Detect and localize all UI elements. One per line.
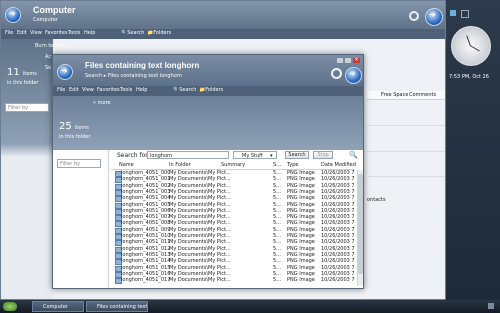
menu-file[interactable]: File xyxy=(5,30,13,36)
search-button[interactable]: Search xyxy=(285,151,309,159)
row-type: PNG Image xyxy=(287,277,315,284)
filter-pane: Filter by xyxy=(53,150,109,288)
toolbar-search-label: Search xyxy=(127,30,145,36)
filter-input[interactable]: Filter by xyxy=(5,103,49,112)
taskbar-computer[interactable]: Computer xyxy=(32,301,84,312)
scope-value: My Stuff xyxy=(242,153,263,159)
toolbar-search-button[interactable]: 🔍Search xyxy=(173,87,196,93)
computer-task-pane: Burn to disc Ac Se 11 items in this fold… xyxy=(1,39,65,299)
column-date-modified[interactable]: Date Modified xyxy=(321,162,356,168)
column-summary[interactable]: Summary xyxy=(221,162,245,168)
menu-help[interactable]: Help xyxy=(84,30,95,36)
item-count: 25 items xyxy=(59,121,89,132)
search-results-pane: Search for: longhorn My Stuff ▾ Search S… xyxy=(109,150,363,288)
menu-view[interactable]: View xyxy=(30,30,42,36)
back-icon[interactable] xyxy=(5,7,21,23)
divider xyxy=(367,176,445,177)
row-name: longhorn_4051_017 xyxy=(121,277,171,284)
item-count-sub: in this folder xyxy=(7,80,39,86)
column-type[interactable]: Type xyxy=(287,162,298,168)
computer-menubar: File Edit View Favorites Tools Help 🔍Sea… xyxy=(1,29,445,39)
toolbar-folders-label: Folders xyxy=(153,30,172,36)
search-titlebar: Files containing text longhorn Search ▸ … xyxy=(53,55,363,86)
computer-title: Computer xyxy=(33,5,76,15)
close-button[interactable]: ✕ xyxy=(353,58,360,63)
item-count: 11 items xyxy=(7,67,37,78)
sidebar-settings-icon[interactable] xyxy=(461,10,469,18)
toolbar-folders-button[interactable]: 📁Folders xyxy=(199,87,223,93)
column-name[interactable]: Name xyxy=(119,162,134,168)
scrollbar-thumb[interactable] xyxy=(358,174,363,274)
breadcrumb-search[interactable]: Search xyxy=(85,73,102,79)
column-comments[interactable]: Comments xyxy=(409,92,436,98)
sidebar-time: 7:53 PM, Oct 26 xyxy=(449,74,489,80)
tray-icon[interactable] xyxy=(488,303,494,309)
table-row[interactable]: longhorn_4051_017 My Documents\My Pict...… xyxy=(111,277,355,285)
filter-input[interactable]: Filter by xyxy=(57,159,101,168)
menu-favorites[interactable]: Favorites xyxy=(45,30,68,36)
stop-button[interactable]: Stop xyxy=(313,151,333,159)
taskbar: Computer Files containing text... xyxy=(0,300,500,313)
search-for-label: Search for: xyxy=(117,152,150,159)
menu-help[interactable]: Help xyxy=(136,87,147,93)
menu-edit[interactable]: Edit xyxy=(69,87,79,93)
favorites-star-icon[interactable] xyxy=(345,67,362,84)
row-folder: My Documents\My Pict... xyxy=(169,277,231,284)
toolbar-search-button[interactable]: 🔍Search xyxy=(121,30,144,36)
search-magnifier-icon[interactable] xyxy=(409,11,419,21)
results-column-headers: Name In Folder Summary S... Type Date Mo… xyxy=(111,162,356,170)
item-count-sub: in this folder xyxy=(59,134,91,140)
sidebar-app-icon[interactable] xyxy=(450,10,456,16)
computer-column-headers: Free Space Comments xyxy=(367,91,445,100)
clock-icon xyxy=(451,26,491,66)
scope-select[interactable]: My Stuff ▾ xyxy=(233,151,277,159)
search-breadcrumb: Search ▸ Files containing text longhorn xyxy=(85,73,182,79)
menu-tools[interactable]: Tools xyxy=(120,87,132,93)
search-input[interactable]: longhorn xyxy=(147,151,229,159)
divider xyxy=(367,125,445,126)
chevron-down-icon: ▾ xyxy=(270,153,273,159)
breadcrumb-files[interactable]: Files containing text longhorn xyxy=(108,73,182,79)
taskbar-files-containing[interactable]: Files containing text... xyxy=(86,301,148,312)
back-icon[interactable] xyxy=(57,64,73,80)
search-options-icon[interactable]: 🔍 xyxy=(349,151,358,159)
toolbar-folders-label: Folders xyxy=(205,87,224,93)
task-item-3[interactable]: Se xyxy=(45,65,51,71)
computer-titlebar: Computer Computer xyxy=(1,1,445,29)
task-item-2[interactable]: Ac xyxy=(45,54,51,60)
results-list: longhorn_4051_000 My Documents\My Pict...… xyxy=(111,170,355,286)
search-title: Files containing text longhorn xyxy=(85,61,200,70)
toolbar-folders-button[interactable]: 📁Folders xyxy=(147,30,171,36)
computer-breadcrumb[interactable]: Computer xyxy=(33,17,58,23)
menu-tools[interactable]: Tools xyxy=(68,30,80,36)
row-size: 5... xyxy=(273,277,281,284)
minimize-button[interactable] xyxy=(337,58,343,63)
menu-file[interactable]: File xyxy=(57,87,65,93)
menu-view[interactable]: View xyxy=(82,87,94,93)
maximize-button[interactable] xyxy=(345,58,351,63)
row-date: 10/26/2003 7... xyxy=(321,277,355,284)
scrollbar[interactable] xyxy=(357,170,363,286)
menu-favorites[interactable]: Favorites xyxy=(97,87,120,93)
divider xyxy=(367,151,445,152)
menu-edit[interactable]: Edit xyxy=(17,30,27,36)
favorites-star-icon[interactable] xyxy=(425,8,443,26)
toolbar-search-label: Search xyxy=(179,87,197,93)
side-text: ontacts xyxy=(367,197,386,203)
column-in-folder[interactable]: In Folder xyxy=(169,162,191,168)
column-free-space[interactable]: Free Space xyxy=(381,92,408,98)
column-size[interactable]: S... xyxy=(273,162,281,168)
search-menubar: File Edit View Favorites Tools Help 🔍Sea… xyxy=(53,86,363,96)
task-burn-to-disc[interactable]: Burn to disc xyxy=(35,43,65,49)
search-results-window: Files containing text longhorn Search ▸ … xyxy=(52,54,364,289)
search-task-pane: » more 25 items in this folder xyxy=(53,96,363,150)
start-button[interactable] xyxy=(3,302,17,311)
more-link[interactable]: » more xyxy=(93,100,111,106)
search-magnifier-icon[interactable] xyxy=(331,68,342,79)
